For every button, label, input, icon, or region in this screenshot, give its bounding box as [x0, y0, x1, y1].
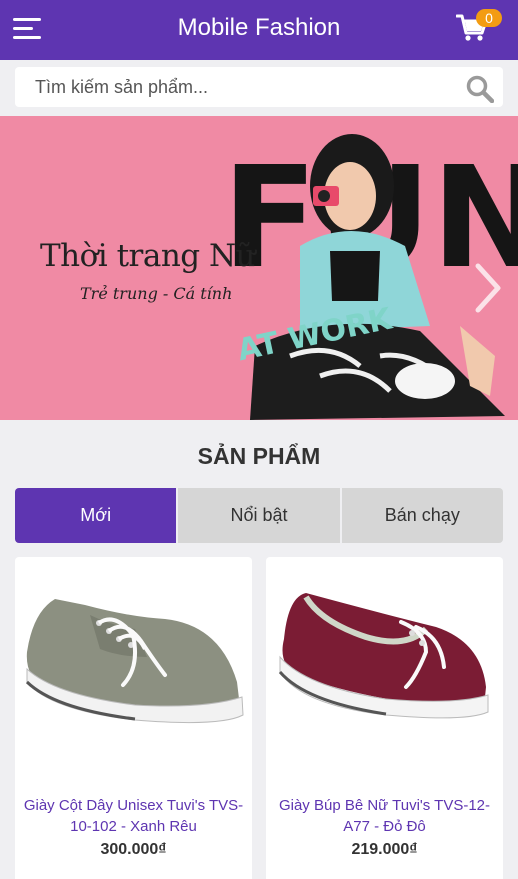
banner-title: Thời trang Nữ	[40, 238, 256, 274]
product-price: 219.000₫	[351, 841, 418, 858]
product-name: Giày Cột Dây Unisex Tuvi's TVS-10-102 - …	[23, 797, 244, 835]
promo-banner[interactable]: FUN AT WORK Thời trang Nữ Trẻ trung - Cá…	[0, 116, 518, 420]
chevron-right-icon[interactable]	[468, 258, 508, 318]
section-title: SẢN PHẨM	[197, 443, 321, 469]
cart-button[interactable]: 0	[456, 9, 506, 50]
tab-featured[interactable]: Nổi bật	[178, 488, 340, 543]
product-image-gray-sneaker	[25, 599, 244, 724]
product-price: 300.000₫	[100, 841, 167, 858]
search-icon[interactable]	[466, 75, 494, 103]
product-tabs: Mới Nổi bật Bán chạy	[15, 488, 503, 543]
app-title: Mobile Fashion	[177, 14, 341, 41]
product-card[interactable]: Giày Búp Bê Nữ Tuvi's TVS-12-A77 - Đỏ Đô…	[266, 557, 503, 879]
tab-best-selling[interactable]: Bán chạy	[341, 488, 503, 543]
product-name: Giày Búp Bê Nữ Tuvi's TVS-12-A77 - Đỏ Đô	[278, 797, 491, 835]
product-image-maroon-slip-on	[278, 593, 489, 719]
search-input[interactable]	[15, 67, 455, 107]
tab-new[interactable]: Mới	[15, 488, 177, 543]
product-card[interactable]: Giày Cột Dây Unisex Tuvi's TVS-10-102 - …	[15, 557, 252, 879]
app-header: Mobile Fashion 0	[0, 0, 518, 60]
banner-subtitle: Trẻ trung - Cá tính	[80, 284, 233, 303]
search-bar	[15, 67, 503, 107]
cart-count-badge: 0	[476, 9, 502, 27]
